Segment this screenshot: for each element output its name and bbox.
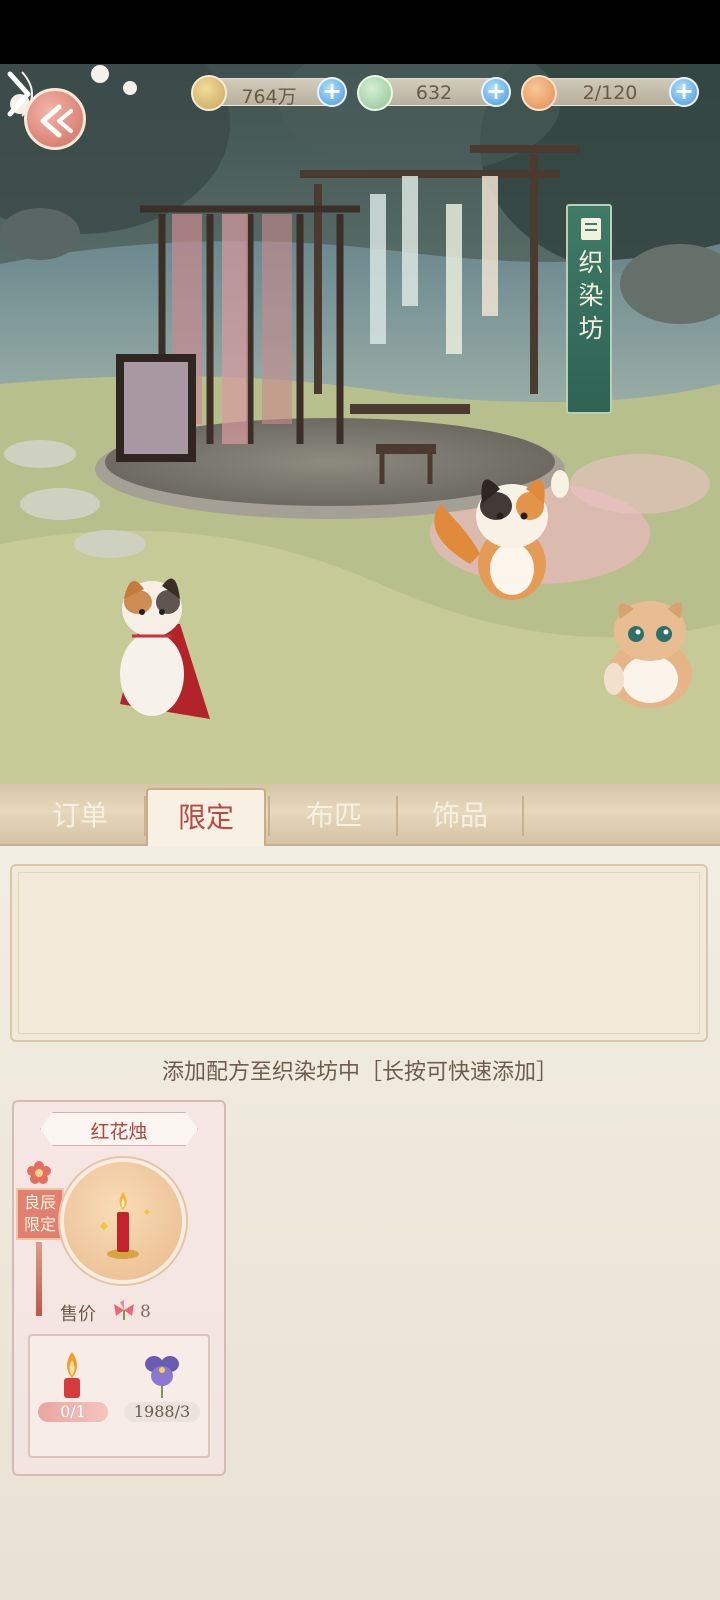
scene-illustration (0, 64, 720, 784)
tab-fabric[interactable]: 布匹 (274, 788, 394, 846)
tab-divider (396, 796, 398, 836)
jade-value: 632 (415, 82, 453, 104)
price-label: 售价 (60, 1304, 96, 1325)
recipe-name-plate: 红花烛 (40, 1112, 198, 1146)
add-coins-button[interactable]: + (317, 77, 347, 107)
resource-coins: 764万 + (191, 75, 347, 111)
red-candle-icon (100, 1192, 150, 1259)
jade-icon (357, 75, 393, 111)
limited-recipes-panel: 添加配方至织染坊中［长按可快速添加］ 红花烛 良辰 限定 售价 8 0/1 19… (0, 846, 720, 1600)
recipe-name: 红花烛 (90, 1121, 148, 1143)
tab-divider (268, 796, 270, 836)
scene-view: 764万 + 632 + 2/120 + 织 染 坊 (0, 64, 720, 784)
materials-panel: 0/1 1988/3 (28, 1334, 210, 1458)
resource-jade: 632 + (357, 75, 511, 111)
tab-divider (522, 796, 524, 836)
stamina-value: 2/120 (582, 82, 638, 104)
badge-text: 良辰 (23, 1193, 56, 1212)
scroll-icon (581, 218, 601, 240)
add-recipe-hint: 添加配方至织染坊中［长按可快速添加］ (161, 1060, 558, 1085)
plum-blossom-icon (27, 1161, 51, 1184)
price-value: 8 (140, 1302, 151, 1322)
coins-value: 764万 (241, 86, 297, 108)
paw-coin-icon (191, 75, 227, 111)
badge-tassel (36, 1242, 42, 1316)
safflower-icon (114, 1300, 134, 1320)
workshop-title-char: 织 (578, 248, 604, 277)
material-count-violet: 1988/3 (124, 1402, 200, 1422)
limited-badge: 良辰 限定 (16, 1188, 64, 1240)
tab-orders[interactable]: 订单 (20, 788, 140, 846)
recipe-card-red-candle[interactable]: 红花烛 良辰 限定 售价 8 0/1 1988/3 (12, 1100, 226, 1476)
stamina-bun-icon (521, 75, 557, 111)
badge-text: 限定 (23, 1215, 56, 1234)
workshop-title-char: 坊 (578, 314, 604, 343)
add-jade-button[interactable]: + (481, 77, 511, 107)
add-stamina-button[interactable]: + (669, 77, 699, 107)
candle-icon (64, 1352, 80, 1398)
workshop-title-banner: 织 染 坊 (566, 204, 612, 414)
material-count-candle: 0/1 (38, 1402, 108, 1422)
resource-stamina: 2/120 + (521, 75, 699, 111)
recipe-item-frame (60, 1158, 186, 1284)
tab-limited[interactable]: 限定 (146, 788, 266, 846)
tab-accessories[interactable]: 饰品 (400, 788, 520, 846)
workshop-title-char: 染 (578, 281, 604, 310)
back-arrow-icon (40, 104, 73, 138)
next-area-arrow-icon[interactable] (0, 64, 40, 124)
crafting-slots-area[interactable] (10, 864, 708, 1042)
category-tab-bar: 订单 限定 布匹 饰品 (0, 784, 720, 846)
violet-flower-icon (145, 1356, 179, 1398)
